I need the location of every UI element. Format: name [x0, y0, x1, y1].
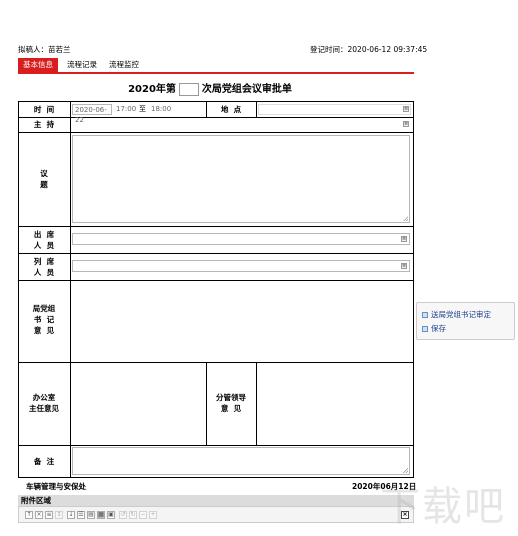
remarks-textarea[interactable]: [72, 447, 410, 475]
office-opinion-area: [71, 363, 206, 445]
topic-label: 议 题: [40, 169, 48, 189]
date-input[interactable]: 2020-06-22: [72, 104, 112, 124]
attendees-picker-icon[interactable]: ≡: [401, 236, 407, 242]
nonvoting-label: 列 席 人 员: [33, 257, 55, 277]
attendees-label: 出 席 人 员: [33, 230, 55, 250]
save-icon: [422, 326, 428, 332]
submit-to-secretary-label: 送局党组书记审定: [431, 310, 491, 319]
tab-bar: 基本信息 流程记录 流程监控: [18, 58, 414, 74]
image-view-icon[interactable]: ▣: [107, 511, 115, 519]
upload-icon[interactable]: ↑: [25, 511, 33, 519]
attachment-area-title: 附件区域: [18, 495, 414, 506]
move-icon[interactable]: ↕: [55, 511, 63, 519]
time-label: 时 间: [33, 105, 55, 114]
title-suffix: 次局党组会议审批单: [201, 84, 292, 95]
topic-textarea[interactable]: [72, 135, 410, 223]
department-name: 车辆管理与安保处: [26, 482, 86, 491]
place-input[interactable]: ≡: [258, 104, 411, 115]
zoom-in-icon[interactable]: +: [149, 511, 157, 519]
grid-view-icon[interactable]: ▦: [97, 511, 105, 519]
attachment-toolbar: ↑ × ≡ ↕ ↓ ☰ ▤ ▦ ▣ ↺ ↻ − + ×: [18, 506, 414, 523]
secretary-opinion-area: [71, 281, 413, 362]
save-label: 保存: [431, 324, 446, 333]
place-picker-icon[interactable]: ≡: [403, 106, 409, 112]
tab-process-monitor[interactable]: 流程监控: [104, 58, 144, 72]
drafter-label: 拟稿人：苗若兰: [18, 45, 71, 54]
submit-to-secretary-button[interactable]: 送局党组书记审定: [422, 309, 491, 321]
title-prefix: 2020年第: [128, 84, 176, 95]
tab-process-record[interactable]: 流程记录: [62, 58, 102, 72]
start-time-input[interactable]: 17:00: [114, 104, 136, 114]
detail-view-icon[interactable]: ▤: [87, 511, 95, 519]
rotate-left-icon[interactable]: ↺: [119, 511, 127, 519]
tab-basic-info[interactable]: 基本信息: [18, 58, 58, 72]
secretary-opinion-label: 局党组 书 记 意 见: [32, 304, 56, 335]
remarks-label: 备 注: [33, 457, 55, 466]
zoom-out-icon[interactable]: −: [139, 511, 147, 519]
document-icon[interactable]: ≡: [45, 511, 53, 519]
place-label: 地 点: [220, 105, 242, 114]
office-opinion-label: 办公室 主任意见: [29, 393, 59, 413]
delete-icon[interactable]: ×: [35, 511, 43, 519]
session-number-input[interactable]: [178, 82, 199, 96]
nonvoting-picker-icon[interactable]: ≡: [401, 263, 407, 269]
nonvoting-input[interactable]: ≡: [72, 260, 410, 272]
resize-grip-icon[interactable]: [403, 468, 408, 473]
record-time-label: 登记时间：2020-06-12 09:37:45: [310, 45, 428, 54]
attendees-input[interactable]: ≡: [72, 233, 410, 245]
form-title: 2020年第 次局党组会议审批单: [120, 82, 300, 98]
rotate-right-icon[interactable]: ↻: [129, 511, 137, 519]
leader-opinion-label: 分管领导 意 见: [216, 393, 246, 413]
end-time-input[interactable]: 18:00: [149, 104, 171, 114]
send-icon: [422, 312, 428, 318]
leader-opinion-area: [257, 363, 413, 445]
time-separator: 至: [139, 105, 146, 113]
chair-label: 主 持: [33, 120, 55, 129]
list-view-icon[interactable]: ☰: [77, 511, 85, 519]
chair-picker-icon[interactable]: ≡: [403, 121, 409, 127]
watermark: 下载吧: [380, 484, 506, 530]
resize-grip-icon[interactable]: [403, 216, 408, 221]
save-button[interactable]: 保存: [422, 323, 446, 335]
download-icon[interactable]: ↓: [67, 511, 75, 519]
action-panel: 送局党组书记审定 保存: [416, 302, 515, 340]
